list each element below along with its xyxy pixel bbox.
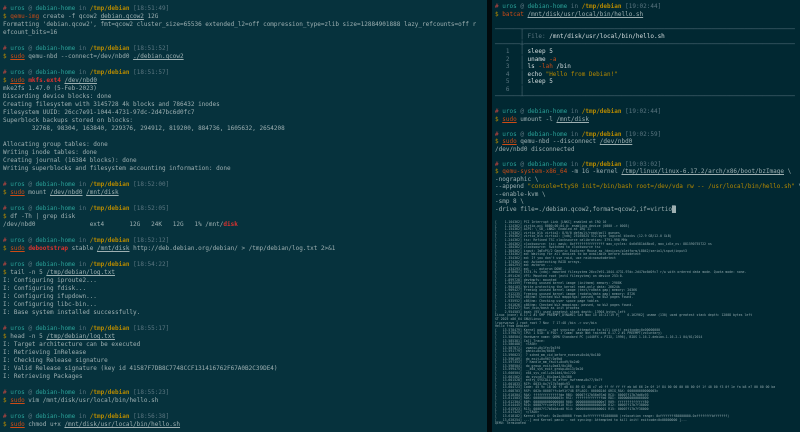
terminal-line bbox=[3, 381, 487, 389]
terminal-line: 32768, 98304, 163840, 229376, 294912, 81… bbox=[3, 125, 487, 133]
terminal-line: -smp 8 \ bbox=[495, 198, 800, 206]
terminal-line: efcount_bits=16 bbox=[3, 29, 487, 37]
terminal-line: ───────┬────────────────────────────────… bbox=[495, 26, 800, 34]
terminal-line: # uros @ debian-home in /tmp/debian [18:… bbox=[3, 413, 487, 421]
terminal-line: Writing superblocks and filesystem accou… bbox=[3, 165, 487, 173]
terminal-line: # uros @ debian-home in /tmp/debian [18:… bbox=[3, 45, 487, 53]
terminal-line bbox=[3, 61, 487, 69]
terminal-line bbox=[3, 37, 487, 45]
terminal-line: I: Base system installed successfully. bbox=[3, 309, 487, 317]
terminal-line bbox=[3, 197, 487, 205]
terminal-line: mke2fs 1.47.0 (5-Feb-2023) bbox=[3, 85, 487, 93]
terminal-line: I: Retrieving InRelease bbox=[3, 349, 487, 357]
terminal-line: $ sudo mkfs.ext4 /dev/nbd0 bbox=[3, 77, 487, 85]
terminal-line: $ sudo qemu-nbd --connect=/dev/nbd0 ./de… bbox=[3, 53, 487, 61]
terminal-line bbox=[3, 133, 487, 141]
terminal-line: --enable-kvm \ bbox=[495, 191, 800, 199]
terminal-line: Discarding device blocks: done bbox=[3, 93, 487, 101]
terminal-line: I: Valid Release signature (key id 41587… bbox=[3, 365, 487, 373]
terminal-line: $ head -n 5 /tmp/debian/log.txt bbox=[3, 333, 487, 341]
terminal-line: Allocating group tables: done bbox=[3, 141, 487, 149]
terminal-line: $ df -Th | grep disk bbox=[3, 213, 487, 221]
terminal-line: -nographic \ bbox=[495, 176, 800, 184]
terminal-line bbox=[3, 253, 487, 261]
terminal-line bbox=[3, 173, 487, 181]
terminal-line bbox=[3, 405, 487, 413]
terminal-line bbox=[495, 123, 800, 131]
terminal-line: # uros @ debian-home in /tmp/debian [19:… bbox=[495, 161, 800, 169]
terminal-line: I: Configuring libc-bin... bbox=[3, 301, 487, 309]
terminal-line: 6 │ bbox=[495, 86, 800, 94]
terminal-line: 3 │ ls -lah /bin bbox=[495, 63, 800, 71]
terminal-pane-left[interactable]: # uros @ debian-home in /tmp/debian [18:… bbox=[0, 0, 487, 432]
terminal-line: $ sudo chmod u+x /mnt/disk/usr/local/bin… bbox=[3, 421, 487, 429]
terminal-line: $ sudo qemu-nbd --disconnect /dev/nbd0 bbox=[495, 138, 800, 146]
terminal-line: 5 │ sleep 5 bbox=[495, 78, 800, 86]
terminal-line: # uros @ debian-home in /tmp/debian [18:… bbox=[3, 5, 487, 13]
terminal-line bbox=[495, 153, 800, 161]
terminal-line: # uros @ debian-home in /tmp/debian [18:… bbox=[3, 181, 487, 189]
terminal-line: $ batcat /mnt/disk/usr/local/bin/hello.s… bbox=[495, 11, 800, 19]
terminal-line: $ tail -n 5 /tmp/debian/log.txt bbox=[3, 269, 487, 277]
terminal-line bbox=[3, 317, 487, 325]
terminal-line: /dev/nbd0 disconnected bbox=[495, 146, 800, 154]
terminal-line: Superblock backups stored on blocks: bbox=[3, 117, 487, 125]
terminal-line: -drive file=./debian.qcow2,format=qcow2,… bbox=[495, 206, 800, 214]
terminal-line: I: Configuring fdisk... bbox=[3, 285, 487, 293]
terminal-pane-right[interactable]: # uros @ debian-home in /tmp/debian [19:… bbox=[492, 0, 800, 432]
terminal-line: $ sudo debootstrap stable /mnt/disk http… bbox=[3, 245, 487, 253]
terminal-line: $ qemu-system-x86_64 -m 1G -kernel /tmp/… bbox=[495, 168, 800, 176]
terminal-line: /dev/nbd0 ext4 12G 24K 12G 1% /mnt/disk bbox=[3, 221, 487, 229]
terminal-line: Writing inode tables: done bbox=[3, 149, 487, 157]
terminal-line: ───────┼────────────────────────────────… bbox=[495, 41, 800, 49]
terminal-line: $ sudo umount -l /mnt/disk bbox=[495, 116, 800, 124]
terminal-line: # uros @ debian-home in /tmp/debian [19:… bbox=[495, 131, 800, 139]
terminal-line: ───────┴────────────────────────────────… bbox=[495, 93, 800, 101]
terminal-line: # uros @ debian-home in /tmp/debian [18:… bbox=[3, 325, 487, 333]
terminal-line: 1 │ sleep 5 bbox=[495, 48, 800, 56]
terminal-line: 2 │ uname -a bbox=[495, 56, 800, 64]
terminal-window: # uros @ debian-home in /tmp/debian [18:… bbox=[0, 0, 800, 432]
terminal-line: │ File: /mnt/disk/usr/local/bin/hello.sh bbox=[495, 33, 800, 41]
terminal-line: # uros @ debian-home in /tmp/debian [19:… bbox=[495, 3, 800, 11]
terminal-line: --append "console=ttyS0 init=/bin/bash r… bbox=[495, 183, 800, 191]
terminal-line: # uros @ debian-home in /tmp/debian [18:… bbox=[3, 237, 487, 245]
terminal-line: I: Retrieving Packages bbox=[3, 373, 487, 381]
terminal-line: $ sudo vim /mnt/disk/usr/local/bin/hello… bbox=[3, 397, 487, 405]
terminal-line bbox=[495, 18, 800, 26]
terminal-line bbox=[3, 229, 487, 237]
terminal-line: # uros @ debian-home in /tmp/debian [18:… bbox=[3, 69, 487, 77]
terminal-line: I: Configuring ifupdown... bbox=[3, 293, 487, 301]
terminal-line: $ sudo mount /dev/nbd0 /mnt/disk bbox=[3, 189, 487, 197]
terminal-line: 4 │ echo "Hello from Debian!" bbox=[495, 71, 800, 79]
kernel-boot-log: [ 1.104362] PCI Interrupt Link [LNKC] en… bbox=[495, 221, 800, 426]
terminal-line: Creating journal (16384 blocks): done bbox=[3, 157, 487, 165]
terminal-line: QEMU: Terminated bbox=[495, 422, 800, 426]
terminal-line: I: Target architecture can be executed bbox=[3, 341, 487, 349]
terminal-line: $ qemu-img create -f qcow2 debian.qcow2 … bbox=[3, 13, 487, 21]
terminal-line: # uros @ debian-home in /tmp/debian [18:… bbox=[3, 205, 487, 213]
terminal-line: Formatting 'debian.qcow2', fmt=qcow2 clu… bbox=[3, 21, 487, 29]
terminal-line: # uros @ debian-home in /tmp/debian [18:… bbox=[3, 261, 487, 269]
terminal-line: # uros @ debian-home in /tmp/debian [19:… bbox=[495, 108, 800, 116]
terminal-line: Creating filesystem with 3145728 4k bloc… bbox=[3, 101, 487, 109]
terminal-line bbox=[495, 101, 800, 109]
terminal-line: Filesystem UUID: 26cc7e91-1044-4731-97dc… bbox=[3, 109, 487, 117]
terminal-line: # uros @ debian-home in /tmp/debian [18:… bbox=[3, 389, 487, 397]
terminal-line: I: Checking Release signature bbox=[3, 357, 487, 365]
terminal-line: I: Configuring iproute2... bbox=[3, 277, 487, 285]
